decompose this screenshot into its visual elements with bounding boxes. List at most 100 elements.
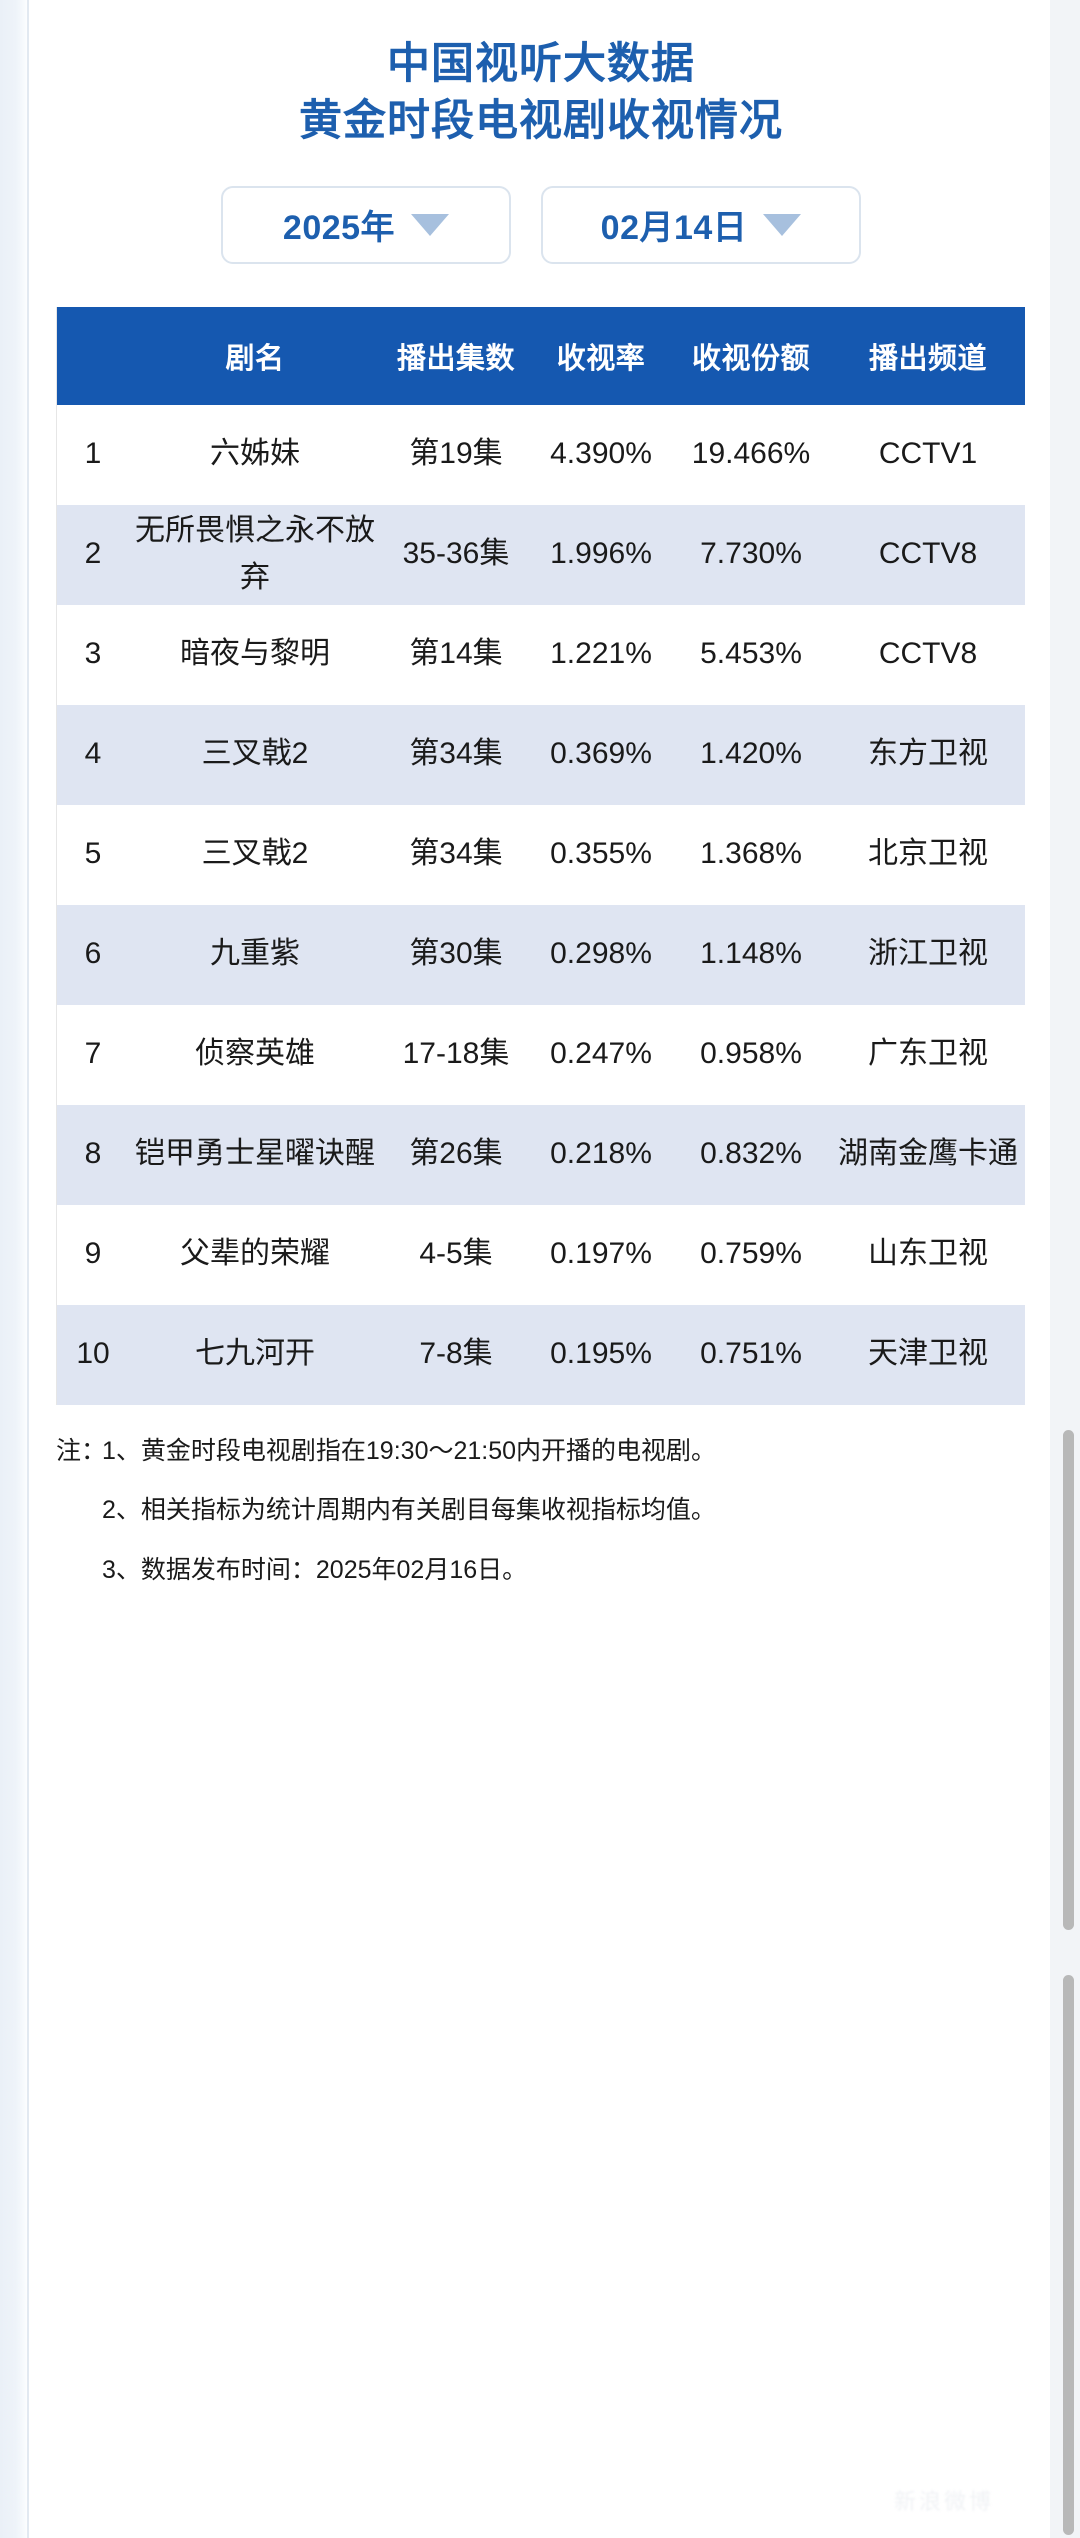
chevron-down-icon: [763, 213, 802, 236]
cell-share: 0.751%: [671, 1304, 831, 1405]
cell-share: 1.148%: [671, 904, 831, 1005]
table-row[interactable]: 6 九重紫 第30集 0.298% 1.148% 浙江卫视: [57, 904, 1025, 1005]
cell-episodes: 7-8集: [381, 1304, 531, 1405]
cell-name: 七九河开: [129, 1304, 381, 1405]
table-head: 剧名 播出集数 收视率 收视份额 播出频道: [57, 306, 1025, 405]
cell-rating: 0.197%: [531, 1204, 671, 1305]
cell-share: 7.730%: [671, 504, 831, 605]
cell-rank: 7: [57, 1004, 129, 1105]
cell-rating: 1.221%: [531, 604, 671, 705]
footnote-item: 注： 3、数据发布时间：2025年02月16日。: [56, 1554, 1024, 1588]
ratings-table: 剧名 播出集数 收视率 收视份额 播出频道 1 六姊妹 第19集 4.390% …: [57, 306, 1025, 1405]
cell-share: 0.759%: [671, 1204, 831, 1305]
table-body: 1 六姊妹 第19集 4.390% 19.466% CCTV1 2 无所畏惧之永…: [57, 404, 1025, 1405]
footnote-item: 注： 1、黄金时段电视剧指在19:30～21:50内开播的电视剧。: [56, 1435, 1024, 1469]
footnote-text: 3、数据发布时间：2025年02月16日。: [102, 1554, 1024, 1588]
column-header-rating: 收视率: [531, 306, 671, 405]
cell-channel: 湖南金鹰卡通: [831, 1104, 1025, 1205]
cell-name: 九重紫: [129, 904, 381, 1005]
cell-episodes: 第26集: [381, 1104, 531, 1205]
cell-name: 三叉戟2: [129, 704, 381, 805]
cell-name: 父辈的荣耀: [129, 1204, 381, 1305]
content-card: 中国视听大数据 黄金时段电视剧收视情况 2025年 02月14日 剧名 播出集数…: [30, 0, 1052, 2538]
cell-name: 无所畏惧之永不放弃: [129, 504, 381, 605]
left-gutter: [0, 0, 28, 2538]
footnote-text: 1、黄金时段电视剧指在19:30～21:50内开播的电视剧。: [102, 1435, 1024, 1469]
cell-rating: 0.355%: [531, 804, 671, 905]
cell-share: 0.958%: [671, 1004, 831, 1105]
page-title-line-1: 中国视听大数据: [387, 40, 695, 88]
column-header-channel: 播出频道: [831, 306, 1025, 405]
column-header-rank: [57, 306, 129, 405]
cell-share: 0.832%: [671, 1104, 831, 1205]
table-row[interactable]: 2 无所畏惧之永不放弃 35-36集 1.996% 7.730% CCTV8: [57, 504, 1025, 605]
column-header-episodes: 播出集数: [381, 306, 531, 405]
cell-name: 三叉戟2: [129, 804, 381, 905]
cell-rating: 0.369%: [531, 704, 671, 805]
footnote-item: 注： 2、相关指标为统计周期内有关剧目每集收视指标均值。: [56, 1494, 1024, 1528]
cell-episodes: 第34集: [381, 704, 531, 805]
table-row[interactable]: 10 七九河开 7-8集 0.195% 0.751% 天津卫视: [57, 1304, 1025, 1405]
table-row[interactable]: 7 侦察英雄 17-18集 0.247% 0.958% 广东卫视: [57, 1004, 1025, 1105]
cell-name: 暗夜与黎明: [129, 604, 381, 705]
page-root: 中国视听大数据 黄金时段电视剧收视情况 2025年 02月14日 剧名 播出集数…: [0, 0, 1080, 2538]
cell-rating: 0.247%: [531, 1004, 671, 1105]
watermark: 新浪微博: [893, 2489, 994, 2514]
column-header-share: 收视份额: [671, 306, 831, 405]
cell-rating: 0.195%: [531, 1304, 671, 1405]
table-row[interactable]: 4 三叉戟2 第34集 0.369% 1.420% 东方卫视: [57, 704, 1025, 805]
cell-rank: 8: [57, 1104, 129, 1205]
date-selector[interactable]: 02月14日: [541, 185, 861, 264]
cell-rating: 0.298%: [531, 904, 671, 1005]
scrollbar-thumb[interactable]: [1063, 1975, 1074, 2535]
cell-channel: CCTV1: [831, 404, 1025, 505]
year-selector-label: 2025年: [282, 209, 396, 247]
page-title: 中国视听大数据 黄金时段电视剧收视情况: [30, 0, 1052, 150]
chevron-down-icon: [411, 213, 450, 236]
cell-channel: 浙江卫视: [831, 904, 1025, 1005]
cell-episodes: 17-18集: [381, 1004, 531, 1105]
footnote-number: 1、: [102, 1436, 141, 1465]
cell-channel: 北京卫视: [831, 804, 1025, 905]
footnote-number: 3、: [102, 1556, 141, 1584]
cell-rank: 5: [57, 804, 129, 905]
cell-channel: 山东卫视: [831, 1204, 1025, 1305]
scrollbar-thumb[interactable]: [1063, 1430, 1074, 1930]
date-selector-label: 02月14日: [600, 209, 748, 247]
cell-rating: 0.218%: [531, 1104, 671, 1205]
ratings-table-wrapper: 剧名 播出集数 收视率 收视份额 播出频道 1 六姊妹 第19集 4.390% …: [56, 306, 1025, 1405]
year-selector[interactable]: 2025年: [221, 185, 511, 264]
cell-channel: CCTV8: [831, 604, 1025, 705]
cell-rank: 4: [57, 704, 129, 805]
cell-share: 5.453%: [671, 604, 831, 705]
column-header-name: 剧名: [129, 306, 381, 405]
cell-episodes: 第14集: [381, 604, 531, 705]
table-row[interactable]: 1 六姊妹 第19集 4.390% 19.466% CCTV1: [57, 404, 1025, 505]
table-row[interactable]: 9 父辈的荣耀 4-5集 0.197% 0.759% 山东卫视: [57, 1204, 1025, 1305]
cell-rank: 2: [57, 504, 129, 605]
cell-rank: 3: [57, 604, 129, 705]
table-row[interactable]: 3 暗夜与黎明 第14集 1.221% 5.453% CCTV8: [57, 604, 1025, 705]
filter-bar: 2025年 02月14日: [30, 185, 1052, 264]
footnote-body: 数据发布时间：2025年02月16日。: [140, 1556, 528, 1584]
left-gutter-divider: [27, 0, 29, 2538]
cell-share: 1.420%: [671, 704, 831, 805]
footnote-number: 2、: [102, 1496, 141, 1525]
cell-episodes: 35-36集: [381, 504, 531, 605]
cell-rank: 9: [57, 1204, 129, 1305]
cell-channel: 东方卫视: [831, 704, 1025, 805]
table-header-row: 剧名 播出集数 收视率 收视份额 播出频道: [57, 306, 1025, 405]
footnote-body: 相关指标为统计周期内有关剧目每集收视指标均值。: [140, 1496, 716, 1525]
cell-channel: 天津卫视: [831, 1304, 1025, 1405]
cell-rating: 1.996%: [531, 504, 671, 605]
footnote-body: 黄金时段电视剧指在19:30～21:50内开播的电视剧。: [140, 1436, 717, 1465]
footnotes: 注： 1、黄金时段电视剧指在19:30～21:50内开播的电视剧。 注： 2、相…: [56, 1435, 1024, 1588]
table-row[interactable]: 8 铠甲勇士星曜诀醒 第26集 0.218% 0.832% 湖南金鹰卡通: [57, 1104, 1025, 1205]
cell-rank: 1: [57, 404, 129, 505]
cell-share: 19.466%: [671, 404, 831, 505]
table-row[interactable]: 5 三叉戟2 第34集 0.355% 1.368% 北京卫视: [57, 804, 1025, 905]
cell-rank: 10: [57, 1304, 129, 1405]
footnote-label: 注：: [56, 1436, 107, 1465]
scrollbar-track[interactable]: [1050, 0, 1080, 2538]
cell-name: 六姊妹: [129, 404, 381, 505]
